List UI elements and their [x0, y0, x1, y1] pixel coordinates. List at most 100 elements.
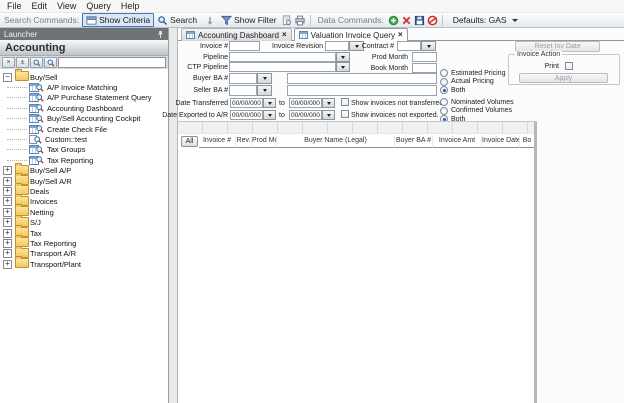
radio-icon[interactable] [440, 98, 448, 106]
tab-valuation-invoice-query[interactable]: Valuation Invoice Query × [294, 28, 408, 41]
ctp-pipeline-dropdown[interactable] [336, 62, 350, 72]
tree-item[interactable]: + − Netting [0, 207, 168, 217]
search-button[interactable]: Search [154, 14, 200, 26]
apply-button[interactable]: Apply [519, 73, 608, 83]
select-all-button[interactable]: All [181, 136, 198, 147]
date-exported-from-dropdown[interactable] [263, 110, 276, 120]
pricing-radio-option[interactable]: Estimated Pricing [440, 69, 505, 78]
tree-item-label[interactable]: Tax Reporting [47, 156, 93, 165]
tab-accounting-dashboard[interactable]: Accounting Dashboard × [181, 28, 292, 41]
volume-radio-option[interactable]: Nominated Volumes [440, 98, 514, 107]
expand-icon[interactable]: + [3, 239, 12, 248]
buyer-ba-field[interactable] [229, 73, 257, 84]
ctp-pipeline-field[interactable] [229, 62, 336, 72]
buyer-ba-name-field[interactable] [287, 73, 437, 84]
tree-item-label[interactable]: Custom::test [45, 135, 87, 144]
expand-icon[interactable]: + [3, 197, 12, 206]
seller-ba-name-field[interactable] [287, 85, 437, 96]
expand-icon[interactable]: + [3, 187, 12, 196]
pipeline-field[interactable] [229, 52, 336, 62]
close-icon[interactable]: × [398, 31, 403, 39]
date-transferred-from-field[interactable] [230, 98, 263, 108]
tree-item-label[interactable]: Accounting Dashboard [47, 104, 123, 113]
clear-sort-button[interactable] [202, 14, 218, 26]
grid-column-header[interactable]: Rev. [236, 135, 252, 148]
launcher-search-input[interactable] [58, 57, 166, 68]
grid-column-header[interactable]: Invoice Amt [433, 135, 482, 148]
radio-icon[interactable] [440, 107, 448, 115]
show-criteria-button[interactable]: Show Criteria [82, 13, 154, 27]
expand-icon[interactable]: + [3, 166, 12, 175]
defaults-dropdown[interactable]: Defaults: GAS [450, 14, 521, 26]
expand-icon[interactable]: + [3, 208, 12, 217]
volume-radio-option[interactable]: Confirmed Volumes [440, 107, 514, 116]
collapse-all-button[interactable]: × [2, 57, 15, 68]
tree-item-label[interactable]: Transport/Plant [30, 260, 81, 269]
book-month-field[interactable] [412, 63, 437, 73]
close-icon[interactable]: × [282, 31, 287, 39]
date-exported-to-field[interactable] [289, 110, 322, 120]
expand-icon[interactable]: + [3, 218, 12, 227]
expand-icon[interactable]: + [3, 260, 12, 269]
tree-item[interactable]: + − Create Check File [0, 124, 168, 134]
tree-item-label[interactable]: Buy/Sell [30, 73, 58, 82]
grid-column-header[interactable]: Prod Mo [252, 135, 277, 148]
pipeline-dropdown[interactable] [336, 52, 350, 62]
tree-item-label[interactable]: Deals [30, 187, 49, 196]
expand-icon[interactable]: + [3, 249, 12, 258]
contract-dropdown[interactable] [421, 41, 436, 51]
tree-item-label[interactable]: Buy/Sell A/R [30, 177, 72, 186]
collapse-icon[interactable]: − [3, 73, 12, 82]
tree-item-label[interactable]: Buy/Sell Accounting Cockpit [47, 114, 140, 123]
tree-item-label[interactable]: S/J [30, 218, 41, 227]
delete-button[interactable] [400, 14, 413, 26]
save-button[interactable] [413, 14, 426, 26]
date-exported-to-dropdown[interactable] [322, 110, 335, 120]
expand-icon[interactable]: + [3, 177, 12, 186]
tree-item-label[interactable]: Transport A/R [30, 249, 76, 258]
pin-icon[interactable] [157, 30, 164, 39]
tree-item-label[interactable]: Tax [30, 229, 42, 238]
tree-item[interactable]: + − Custom::test [0, 134, 168, 144]
find-button[interactable] [30, 57, 43, 68]
invoice-number-field[interactable] [229, 41, 260, 51]
tree-item[interactable]: + − Transport/Plant [0, 259, 168, 269]
tree-item[interactable]: + − Buy/Sell Accounting Cockpit [0, 114, 168, 124]
grid-column-header[interactable]: Invoice Date [482, 135, 520, 148]
tree-item[interactable]: + − Tax Reporting [0, 155, 168, 165]
radio-icon[interactable] [440, 69, 448, 77]
tree-item-label[interactable]: Tax Reporting [30, 239, 76, 248]
print-button[interactable] [293, 14, 307, 26]
grid-column-header[interactable]: Bo [520, 135, 534, 148]
tree-item-label[interactable]: Tax Groups [47, 145, 85, 154]
radio-icon[interactable] [440, 78, 448, 86]
pricing-radio-option[interactable]: Both [440, 86, 505, 95]
menu-item[interactable]: Help [116, 1, 145, 11]
menu-item[interactable]: Edit [27, 1, 53, 11]
tree-item-label[interactable]: Invoices [30, 197, 58, 206]
cancel-button[interactable] [426, 14, 439, 26]
menu-item[interactable]: File [2, 1, 27, 11]
date-exported-from-field[interactable] [230, 110, 263, 120]
tree-item[interactable]: + − Buy/Sell [0, 72, 168, 82]
print-preview-button[interactable] [280, 14, 293, 26]
contract-number-field[interactable] [397, 41, 421, 51]
tree-item[interactable]: + − A/P Invoice Matching [0, 82, 168, 92]
show-not-transferred-checkbox[interactable] [341, 98, 349, 106]
expand-all-button[interactable]: ± [16, 57, 29, 68]
seller-ba-field[interactable] [229, 85, 257, 96]
show-filter-button[interactable]: Show Filter [218, 14, 280, 26]
panel-splitter[interactable] [169, 28, 178, 403]
add-button[interactable] [387, 14, 400, 26]
radio-icon[interactable] [440, 86, 448, 94]
show-not-exported-checkbox[interactable] [341, 110, 349, 118]
menu-item[interactable]: Query [81, 1, 116, 11]
tree-item-label[interactable]: Buy/Sell A/P [30, 166, 71, 175]
tree-item-label[interactable]: Create Check File [47, 125, 107, 134]
tree-item[interactable]: + − Accounting Dashboard [0, 103, 168, 113]
tree-item-label[interactable]: Netting [30, 208, 54, 217]
invoice-revision-field[interactable] [325, 41, 349, 51]
tree-item[interactable]: + − Tax Groups [0, 145, 168, 155]
menu-item[interactable]: View [52, 1, 81, 11]
buyer-ba-dropdown[interactable] [257, 73, 272, 84]
